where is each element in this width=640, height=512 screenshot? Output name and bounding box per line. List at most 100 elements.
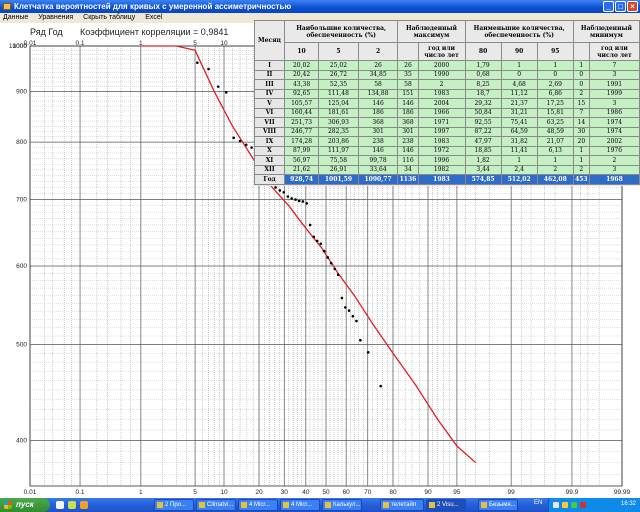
taskbar-button[interactable]: телетайп <box>380 499 424 511</box>
taskbar-button[interactable]: 2 Про... <box>154 499 194 511</box>
table-cell: 18,85 <box>464 145 502 156</box>
menu-data[interactable]: Данные <box>3 14 28 21</box>
table-cell: 1997 <box>417 126 466 137</box>
correlation-label: Коэффициент корреляции = 0,9841 <box>80 27 229 37</box>
table-cell: 2 <box>572 164 590 175</box>
start-button[interactable]: пуск <box>0 498 50 512</box>
task-label: 4 Micr... <box>249 502 271 508</box>
taskbar-button[interactable]: 4 Micr... <box>238 499 278 511</box>
x-tick-label: 10 <box>220 489 228 496</box>
data-point <box>355 319 358 323</box>
table-cell: 1 <box>536 60 574 71</box>
table-cell: 1990 <box>417 69 466 80</box>
table-cell: 58 <box>397 79 419 90</box>
table-cell: 1 <box>500 155 538 166</box>
table-cell: 6,13 <box>536 145 574 156</box>
data-point <box>333 267 337 271</box>
window-title-bar[interactable]: Клетчатка вероятностей для кривых с умер… <box>0 0 640 13</box>
tray-security-icon[interactable] <box>571 502 577 508</box>
data-point <box>301 200 305 203</box>
taskbar-button[interactable]: 2 Visu... <box>426 499 466 511</box>
table-cell: 1971 <box>417 117 466 128</box>
table-cell: 0 <box>572 79 590 90</box>
table-cell: 20,42 <box>283 69 320 80</box>
minimize-button[interactable]: _ <box>603 1 614 12</box>
data-point <box>329 261 333 265</box>
table-cell: 34 <box>397 164 419 175</box>
tray-network-icon[interactable] <box>553 502 559 508</box>
table-cell: 1136 <box>397 174 419 185</box>
table-cell: 186 <box>357 107 399 118</box>
series-label: Ряд Год <box>30 27 63 37</box>
table-cell: 574,85 <box>464 174 502 185</box>
taskbar-button[interactable]: Калькул... <box>322 499 362 511</box>
data-point <box>312 235 316 239</box>
start-label: пуск <box>16 500 34 509</box>
tray-update-icon[interactable] <box>580 502 586 508</box>
row-month: X <box>254 145 285 156</box>
col-obs-min-value <box>572 42 590 61</box>
table-cell: 282,35 <box>318 126 359 137</box>
data-point <box>344 306 347 309</box>
table-cell: 1 <box>572 145 590 156</box>
close-button[interactable]: × <box>627 1 638 12</box>
table-cell: 453 <box>572 174 590 185</box>
quicklaunch-desktop-icon[interactable] <box>56 501 64 509</box>
table-cell: 26,72 <box>318 69 359 80</box>
table-cell: 146 <box>397 145 419 156</box>
table-row: III 43,38 52,35 58 58 2 8,25 4,68 2,69 0 1991 <box>254 79 640 90</box>
table-cell: 48,59 <box>536 126 574 137</box>
row-month: XI <box>254 155 285 166</box>
table-row: VIII 246,77 282,35 301 301 1997 87,22 64,59 48,5… <box>254 126 640 137</box>
menu-equations[interactable]: Уравнения <box>38 14 73 21</box>
table-cell: 1999 <box>588 88 640 99</box>
table-row-year: Год 928,74 1001,59 1090,77 1136 1983 574,85 512… <box>254 174 640 185</box>
quicklaunch-folder-icon[interactable] <box>80 501 88 509</box>
table-row: V 105,57 125,04 146 146 2004 29,32 21,37 17,25 15… <box>254 98 640 109</box>
taskbar-button[interactable]: Безымя... <box>478 499 518 511</box>
menu-excel[interactable]: Excel <box>145 14 162 21</box>
y-tick-label: 400 <box>16 438 27 445</box>
table-cell: 52,35 <box>318 79 359 90</box>
table-cell: 17,25 <box>536 98 574 109</box>
data-point <box>224 91 228 94</box>
table-cell: 2 <box>417 79 466 90</box>
x-tick-label: 99.9 <box>566 489 579 496</box>
x-top-tick-label: 0.01 <box>24 40 37 47</box>
taskbar-button[interactable]: Climatvi... <box>196 499 236 511</box>
data-point <box>336 273 340 277</box>
table-cell: 368 <box>397 117 419 128</box>
table-cell: 7 <box>572 107 590 118</box>
table-cell: 111,97 <box>318 145 359 156</box>
data-point <box>294 198 297 201</box>
table-cell: 21,62 <box>283 164 320 175</box>
language-indicator[interactable]: EN <box>534 500 542 506</box>
data-point <box>238 139 242 143</box>
row-month: XII <box>254 164 285 175</box>
table-cell: 1974 <box>588 126 640 137</box>
x-tick-label: 90 <box>424 489 432 496</box>
maximize-button[interactable]: □ <box>615 1 626 12</box>
y-axis-labels: 400500600700800900100010000 <box>9 43 27 445</box>
table-cell: 63,25 <box>536 117 574 128</box>
table-row: IX 174,28 203,86 238 238 1983 47,97 31,82 21,07 2… <box>254 136 640 147</box>
menu-hide-table[interactable]: Скрыть таблицу <box>83 14 135 21</box>
y-tick-label: 600 <box>16 263 27 270</box>
row-month: IV <box>254 88 285 99</box>
data-point <box>290 197 293 200</box>
col-obs-min-year: год или число лет <box>588 42 640 61</box>
table-cell: 134,88 <box>357 88 399 99</box>
task-label: Калькул... <box>333 502 361 508</box>
table-row: I 20,02 25,02 26 26 2000 1,79 1 1 1 7 <box>254 60 640 71</box>
tray-volume-icon[interactable] <box>562 502 568 508</box>
col-min-95: 95 <box>536 42 574 61</box>
col-obs-min: Наблюденный минимум <box>572 20 640 43</box>
table-cell: 1976 <box>588 145 640 156</box>
data-point <box>282 190 286 194</box>
table-cell: 251,73 <box>283 117 320 128</box>
quicklaunch-app-icon[interactable] <box>68 501 76 509</box>
data-point <box>319 242 323 245</box>
taskbar-button[interactable]: 4 Micr... <box>280 499 320 511</box>
row-month: IX <box>254 136 285 147</box>
table-cell: 7 <box>588 60 640 71</box>
